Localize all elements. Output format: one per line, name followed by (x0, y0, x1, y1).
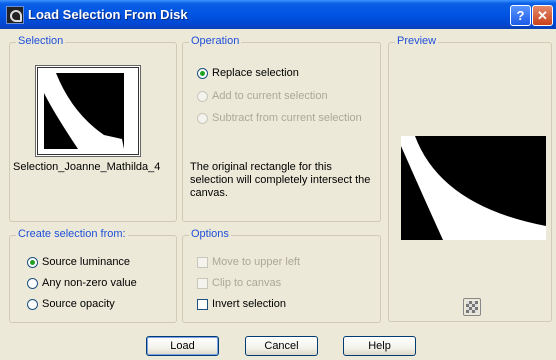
radio-indicator[interactable] (27, 256, 38, 268)
radio-indicator[interactable] (27, 298, 38, 310)
preview-group: Preview (388, 35, 552, 322)
checkbox-invert-selection[interactable]: Invert selection (197, 298, 286, 310)
checkbox-move-upper-left: Move to upper left (197, 256, 300, 268)
radio-subtract-selection: Subtract from current selection (197, 112, 362, 124)
checkbox-label: Invert selection (212, 298, 286, 310)
help-button[interactable]: Help (343, 336, 416, 356)
radio-add-to-selection: Add to current selection (197, 90, 328, 102)
radio-any-nonzero[interactable]: Any non-zero value (27, 277, 137, 289)
checkerboard-icon (466, 301, 478, 313)
load-button[interactable]: Load (146, 336, 219, 356)
radio-label: Source opacity (42, 298, 115, 310)
checkbox-clip-to-canvas: Clip to canvas (197, 277, 281, 289)
radio-replace-selection[interactable]: Replace selection (197, 67, 299, 79)
window-title: Load Selection From Disk (28, 7, 188, 22)
selection-group: Selection Selection_Joanne_Mathilda_4 (9, 35, 177, 222)
radio-indicator[interactable] (197, 67, 208, 79)
checkbox-indicator (197, 277, 208, 289)
radio-label: Any non-zero value (42, 277, 137, 289)
radio-source-luminance[interactable]: Source luminance (27, 256, 130, 268)
options-group: Options Move to upper left Clip to canva… (182, 228, 381, 323)
app-icon (6, 6, 24, 24)
radio-label: Replace selection (212, 67, 299, 79)
radio-indicator (197, 112, 208, 124)
preview-legend: Preview (395, 35, 439, 47)
checkbox-indicator (197, 256, 208, 268)
options-legend: Options (189, 228, 231, 240)
cancel-button[interactable]: Cancel (245, 336, 318, 356)
close-button[interactable]: ✕ (532, 5, 553, 26)
radio-source-opacity[interactable]: Source opacity (27, 298, 115, 310)
radio-label: Source luminance (42, 256, 131, 268)
create-from-group: Create selection from: Source luminance … (9, 228, 177, 323)
create-from-legend: Create selection from: (16, 228, 128, 240)
radio-indicator (197, 90, 208, 102)
selection-thumbnail[interactable] (37, 67, 139, 155)
operation-note: The original rectangle for this selectio… (190, 161, 371, 199)
radio-indicator[interactable] (27, 277, 38, 289)
selection-name: Selection_Joanne_Mathilda_4 (13, 161, 161, 173)
radio-label: Add to current selection (212, 90, 328, 102)
checkbox-label: Clip to canvas (212, 277, 282, 289)
title-bar[interactable]: Load Selection From Disk ? ✕ (0, 0, 556, 29)
checkbox-indicator[interactable] (197, 298, 208, 310)
selection-legend: Selection (16, 35, 66, 47)
operation-group: Operation Replace selection Add to curre… (182, 35, 381, 222)
operation-legend: Operation (189, 35, 242, 47)
radio-label: Subtract from current selection (212, 112, 362, 124)
transparency-toggle-button[interactable] (463, 298, 481, 316)
preview-canvas (401, 136, 546, 240)
title-help-button[interactable]: ? (510, 5, 531, 26)
checkbox-label: Move to upper left (212, 256, 301, 268)
selection-thumbnail-image (44, 73, 132, 149)
